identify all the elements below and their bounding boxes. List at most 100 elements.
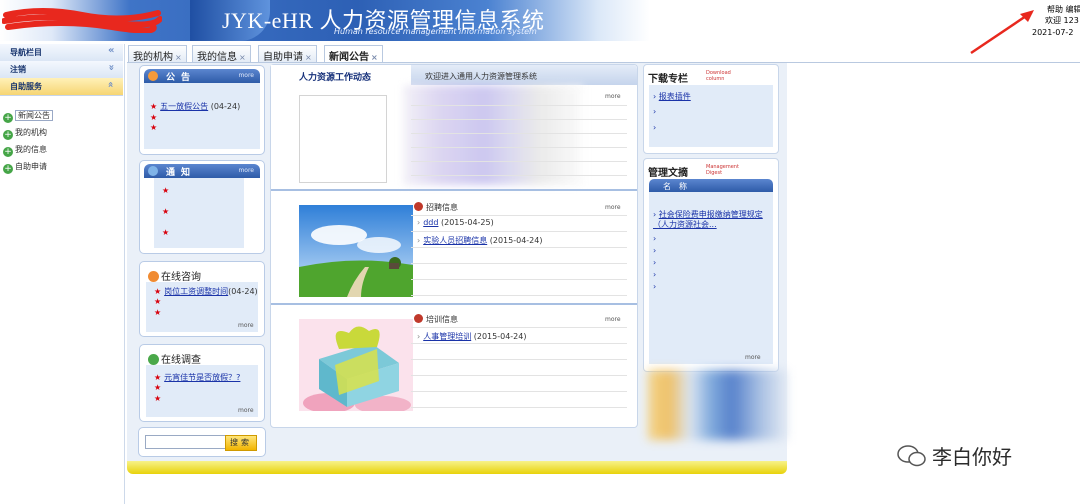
more-link[interactable]: more [238, 407, 254, 414]
close-icon[interactable]: × [239, 53, 246, 62]
news-tab[interactable]: 人力资源工作动态 [271, 65, 411, 85]
recruit-link[interactable]: 实验人员招聘信息 [423, 236, 487, 245]
news-welcome: 欢迎进入通用人力资源管理系统 [425, 72, 537, 81]
training-link[interactable]: 人事管理培训 [423, 332, 471, 341]
empty-row: ★ [162, 228, 172, 237]
more-link[interactable]: more [745, 354, 761, 361]
nav-header[interactable]: 导航栏目 « [0, 44, 123, 62]
empty-row: ★ [154, 308, 164, 317]
item-date: (04-24) [228, 287, 258, 296]
welcome-text: 欢迎 123 [1045, 16, 1079, 25]
nav-item-label: 我的信息 [15, 145, 47, 154]
news-panel: 人力资源工作动态 欢迎进入通用人力资源管理系统 more 招聘信息 more ›… [270, 64, 638, 428]
nav-self-service[interactable]: 自助服务 » [0, 78, 123, 96]
plus-icon: + [3, 164, 13, 174]
survey-link[interactable]: 元宵佳节是否放假？? [164, 373, 240, 382]
more-link[interactable]: more [605, 93, 621, 100]
digest-link[interactable]: 社会保险费申报缴纳管理规定（人力资源社会... [653, 210, 763, 229]
tab-my-info[interactable]: 我的信息 × [192, 45, 251, 63]
list-item: › 报表插件 [653, 91, 691, 102]
empty-row: › [653, 246, 656, 255]
widget-title: 在线调查 [148, 351, 201, 366]
item-date: (2015-04-24) [473, 332, 527, 341]
more-link[interactable]: more [238, 322, 254, 329]
collapse-chevron-icon[interactable]: « [108, 45, 114, 56]
divider [411, 375, 627, 376]
recruit-link[interactable]: ddd [423, 218, 438, 227]
more-link[interactable]: more [605, 316, 621, 323]
arrow-icon: › [417, 218, 421, 227]
section-separator [271, 189, 637, 191]
nav-item-news[interactable]: + 新闻公告 [3, 110, 53, 123]
download-subtitle: Download column [706, 70, 731, 82]
divider [411, 407, 627, 408]
star-icon: ★ [154, 394, 162, 403]
empty-row: › [653, 282, 656, 291]
close-icon[interactable]: × [175, 53, 182, 62]
divider [411, 295, 627, 296]
more-link[interactable]: more [605, 204, 621, 211]
item-date: (2015-04-25) [440, 218, 494, 227]
list-item: › 人事管理培训 (2015-04-24) [417, 331, 526, 342]
blurred-area [648, 370, 788, 440]
nav-logout[interactable]: 注销 » [0, 61, 123, 79]
plus-icon: + [3, 147, 13, 157]
star-icon: ★ [162, 207, 170, 216]
training-title-label: 培训信息 [426, 315, 458, 324]
star-icon: ★ [162, 186, 170, 195]
recruit-title-label: 招聘信息 [426, 203, 458, 212]
divider [411, 327, 627, 328]
consult-link[interactable]: 岗位工资调整时间 [164, 287, 228, 296]
announcement-link[interactable]: 五一放假公告 [160, 102, 208, 111]
download-link[interactable]: 报表插件 [659, 92, 691, 101]
nav-item-info[interactable]: + 我的信息 [3, 144, 47, 157]
news-tab-label: 人力资源工作动态 [299, 73, 372, 83]
divider [411, 391, 627, 392]
star-icon: ★ [150, 113, 158, 122]
header: JYK-eHR 人力资源管理信息系统 Human resource manage… [0, 0, 1080, 55]
widget-title: 通知 [166, 168, 197, 178]
nav-item-org[interactable]: + 我的机构 [3, 127, 47, 140]
close-icon[interactable]: × [371, 53, 378, 62]
more-link[interactable]: more [238, 72, 254, 79]
list-item: › 社会保险费申报缴纳管理规定（人力资源社会... [653, 210, 771, 230]
star-icon: ★ [150, 102, 158, 111]
tab-my-org[interactable]: 我的机构 × [128, 45, 187, 63]
list-item: › 实验人员招聘信息 (2015-04-24) [417, 235, 542, 246]
recruit-image [299, 205, 413, 297]
chevron-down-icon: » [105, 64, 117, 71]
tab-self-apply[interactable]: 自助申请 × [258, 45, 317, 63]
plus-icon: + [3, 130, 13, 140]
more-link[interactable]: more [238, 167, 254, 174]
divider [411, 263, 627, 264]
announcement-widget: 公告 more ★ 五一放假公告 (04-24) ★ ★ [139, 65, 265, 155]
empty-row: › [653, 258, 656, 267]
empty-row: › [653, 270, 656, 279]
divider [411, 119, 627, 120]
digest-header-label: 名称 [663, 182, 695, 191]
notice-icon [148, 166, 158, 176]
divider [411, 343, 627, 344]
divider [411, 247, 627, 248]
divider [411, 147, 627, 148]
nav-item-apply[interactable]: + 自助申请 [3, 161, 47, 174]
empty-row: › [653, 234, 656, 243]
star-icon: ★ [154, 287, 162, 296]
search-button[interactable]: 搜索 [225, 435, 257, 451]
search-input[interactable] [145, 435, 227, 449]
star-icon: ★ [154, 308, 162, 317]
bullet-icon: › [653, 282, 657, 291]
help-links[interactable]: 帮助 编辑 [1047, 4, 1080, 15]
close-icon[interactable]: × [305, 53, 312, 62]
widget-body: ★ 元宵佳节是否放假？? ★ ★ more [146, 365, 258, 417]
panel-body: › 社会保险费申报缴纳管理规定（人力资源社会... › › › › › more [649, 192, 773, 364]
download-title: 下载专栏 [648, 74, 688, 85]
divider [411, 133, 627, 134]
nav-header-label: 导航栏目 [10, 48, 42, 57]
digest-list-header: 名称 [649, 179, 773, 192]
empty-row: ★ [154, 383, 164, 392]
divider [411, 161, 627, 162]
tab-news[interactable]: 新闻公告 × [324, 45, 383, 63]
consult-widget: 在线咨询 ★ 岗位工资调整时间(04-24) ★ ★ more [139, 261, 265, 337]
widget-body: ★ ★ ★ [154, 178, 244, 248]
